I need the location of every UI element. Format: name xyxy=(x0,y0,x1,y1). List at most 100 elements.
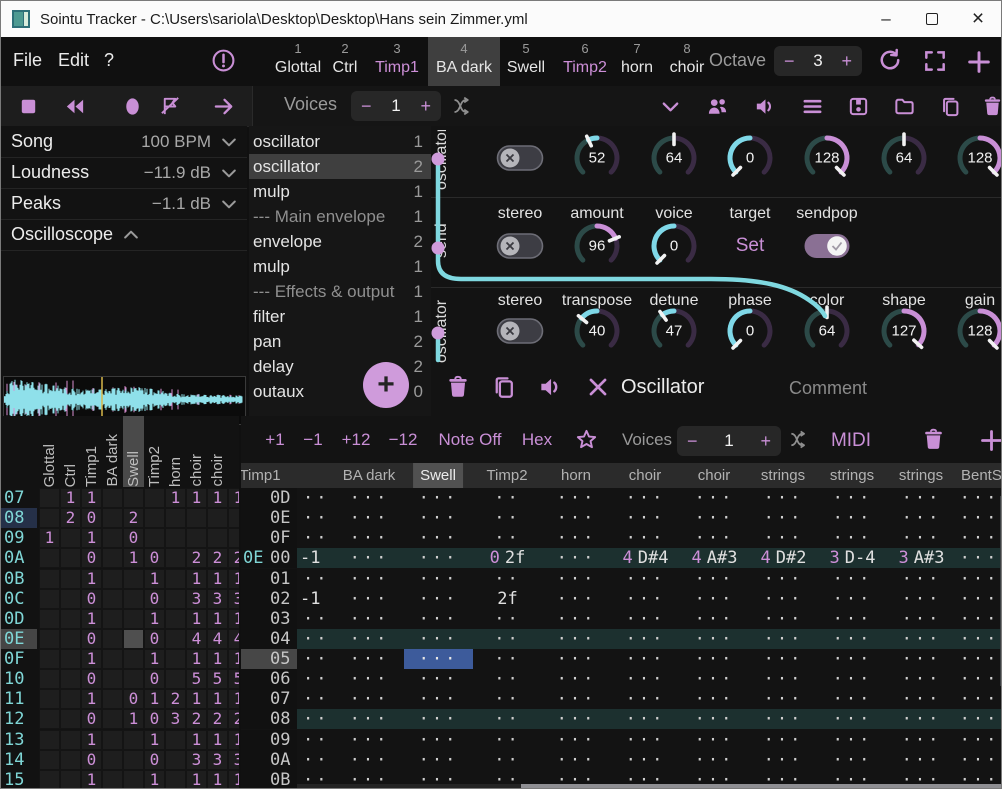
track-tab-ctrl[interactable]: 2Ctrl xyxy=(323,37,367,86)
pattern-cell[interactable]: ··· xyxy=(956,508,1002,528)
order-cell[interactable] xyxy=(165,569,186,589)
order-cell[interactable]: 0 xyxy=(144,629,165,649)
pattern-cell[interactable]: 3D-4 xyxy=(818,548,887,568)
order-cell[interactable]: 0 xyxy=(81,589,102,609)
pattern-cell[interactable]: ·· xyxy=(473,488,542,508)
midi-button[interactable]: MIDI xyxy=(831,430,871,452)
pattern-cell[interactable]: ··· xyxy=(818,649,887,669)
pattern-row-label[interactable]: 0E xyxy=(241,508,297,528)
order-cell[interactable] xyxy=(102,750,123,770)
order-cell[interactable] xyxy=(39,609,60,629)
pattern-cell[interactable]: ··· xyxy=(404,508,473,528)
pattern-cell[interactable]: ··· xyxy=(542,609,611,629)
oscillator-stereo-toggle[interactable] xyxy=(496,145,544,172)
pattern-cell[interactable]: ··· xyxy=(818,569,887,589)
pattern-cell[interactable]: ··· xyxy=(956,709,1002,729)
order-cell[interactable] xyxy=(102,569,123,589)
add-unit-button[interactable]: + xyxy=(363,362,409,408)
pattern-cell[interactable]: ··· xyxy=(749,488,818,508)
order-cell[interactable] xyxy=(123,629,144,649)
order-cell[interactable]: 1 xyxy=(81,528,102,548)
pattern-cell[interactable]: ··· xyxy=(542,649,611,669)
pattern-cell[interactable]: ··· xyxy=(611,669,680,689)
maximize-button[interactable] xyxy=(909,1,955,37)
pattern-row-label[interactable]: 0D xyxy=(241,488,297,508)
pattern-cell[interactable]: ··· xyxy=(956,689,1002,709)
order-cell[interactable] xyxy=(60,649,81,669)
menu-icon[interactable] xyxy=(801,95,824,118)
pattern-cell[interactable]: ··· xyxy=(956,629,1002,649)
horizontal-scrollbar-thumb[interactable] xyxy=(521,784,1002,788)
pattern-cell[interactable]: ··· xyxy=(680,730,749,750)
pattern-cell[interactable]: ··· xyxy=(749,528,818,548)
pattern-cell[interactable]: -1 xyxy=(297,589,338,609)
fullscreen-icon[interactable] xyxy=(922,48,948,74)
order-cell[interactable]: 2 xyxy=(60,508,81,528)
pattern-cell[interactable]: ··· xyxy=(887,709,956,729)
order-cell[interactable] xyxy=(102,528,123,548)
order-cell[interactable]: 4 xyxy=(186,629,207,649)
order-cell[interactable] xyxy=(102,709,123,729)
pattern-cell[interactable]: ··· xyxy=(956,669,1002,689)
order-cell[interactable] xyxy=(39,669,60,689)
pattern-cell[interactable]: ··· xyxy=(680,508,749,528)
order-cell[interactable]: 1 xyxy=(186,609,207,629)
pattern-cell[interactable]: ··· xyxy=(887,689,956,709)
order-cell[interactable]: 3 xyxy=(186,589,207,609)
order-row-id[interactable]: 0C xyxy=(1,589,37,609)
minimize-button[interactable]: – xyxy=(863,1,909,37)
order-column-header-horn[interactable]: horn xyxy=(165,416,186,487)
pattern-track-header-choir-6[interactable]: choir xyxy=(691,463,738,488)
pattern-cell[interactable]: ··· xyxy=(818,508,887,528)
order-cell[interactable] xyxy=(60,609,81,629)
order-cell[interactable]: 2 xyxy=(186,548,207,568)
order-cell[interactable] xyxy=(165,548,186,568)
unit-item-2[interactable]: mulp1 xyxy=(249,179,431,204)
order-cell[interactable]: 1 xyxy=(207,770,228,789)
pattern-cell[interactable]: ··· xyxy=(956,589,1002,609)
pattern-cell[interactable]: ··· xyxy=(818,589,887,609)
pattern-cell[interactable]: ··· xyxy=(542,730,611,750)
order-cell[interactable] xyxy=(102,629,123,649)
pattern-cell[interactable]: ··· xyxy=(887,629,956,649)
pattern-cell[interactable]: ··· xyxy=(749,629,818,649)
pattern-row-label[interactable]: 09 xyxy=(241,730,297,750)
unit-comment-field[interactable]: Comment xyxy=(789,378,867,399)
pattern-cell[interactable]: ·· xyxy=(473,569,542,589)
unit-item-3[interactable]: --- Main envelope1 xyxy=(249,204,431,229)
pattern-cell[interactable]: 4D#2 xyxy=(749,548,818,568)
pattern-cell[interactable]: ··· xyxy=(611,569,680,589)
copy-unit-icon[interactable] xyxy=(491,374,517,400)
pattern-cell[interactable]: ··· xyxy=(887,488,956,508)
pattern-cell[interactable]: ··· xyxy=(335,548,404,568)
order-row-id[interactable]: 13 xyxy=(1,730,37,750)
order-cell[interactable] xyxy=(60,770,81,789)
pattern-cell[interactable]: ··· xyxy=(542,629,611,649)
order-cell[interactable] xyxy=(39,548,60,568)
order-cell[interactable]: 5 xyxy=(207,669,228,689)
pattern-cell[interactable]: ··· xyxy=(749,508,818,528)
pattern-cell[interactable]: ··· xyxy=(749,589,818,609)
menu-item-file[interactable]: File xyxy=(13,50,42,71)
pattern-cell[interactable]: ··· xyxy=(956,730,1002,750)
pattern-cell[interactable]: 2f xyxy=(473,589,542,609)
toolbar-button-+12[interactable]: +12 xyxy=(342,430,371,450)
pattern-cell[interactable]: ··· xyxy=(335,508,404,528)
pattern-cell[interactable]: ··· xyxy=(887,750,956,770)
close-button[interactable]: × xyxy=(955,1,1001,37)
order-cell[interactable] xyxy=(60,709,81,729)
order-cell[interactable]: 1 xyxy=(186,770,207,789)
order-cell[interactable] xyxy=(39,750,60,770)
pattern-cell[interactable]: ··· xyxy=(818,750,887,770)
order-cell[interactable] xyxy=(102,508,123,528)
pattern-row-label[interactable]: 0B xyxy=(241,770,297,789)
order-cell[interactable]: 1 xyxy=(207,569,228,589)
pattern-cell[interactable]: ··· xyxy=(749,730,818,750)
pattern-cell[interactable]: ··· xyxy=(542,508,611,528)
pattern-cell[interactable]: ··· xyxy=(335,669,404,689)
trash-icon[interactable] xyxy=(981,95,1002,118)
unit-item-4[interactable]: envelope2 xyxy=(249,229,431,254)
pattern-split-icon[interactable] xyxy=(788,428,811,451)
pattern-cell[interactable]: ··· xyxy=(887,589,956,609)
order-cell[interactable]: 0 xyxy=(144,669,165,689)
